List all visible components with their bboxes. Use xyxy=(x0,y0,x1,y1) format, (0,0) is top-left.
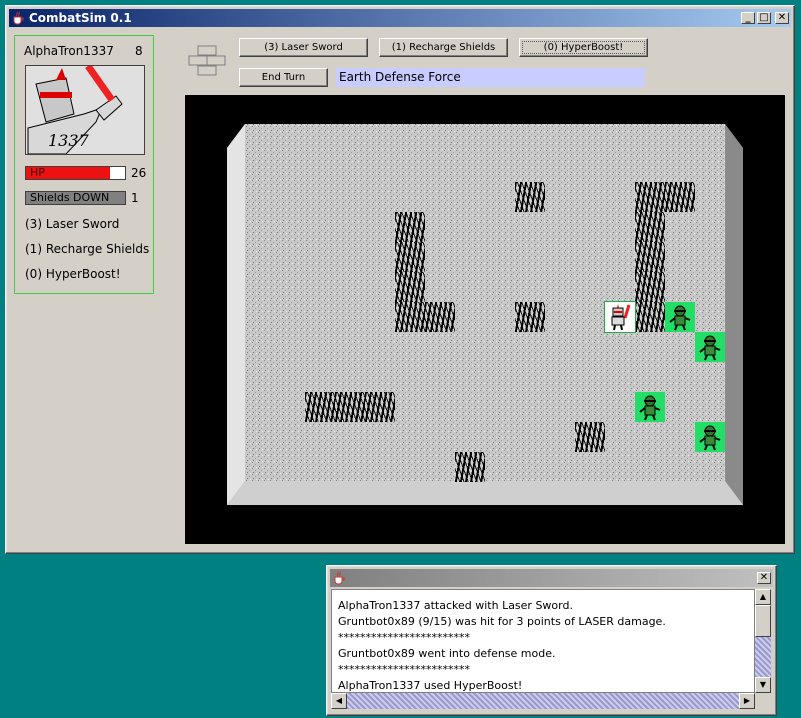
scroll-down-arrow-icon[interactable]: ▼ xyxy=(755,677,771,693)
gruntbot-icon xyxy=(699,425,721,451)
ability-laser-sword: (3) Laser Sword xyxy=(25,217,120,231)
wall-tile xyxy=(425,302,455,332)
scroll-right-arrow-icon[interactable]: ▶ xyxy=(739,693,755,709)
player-name: AlphaTron1337 xyxy=(24,44,114,58)
portrait-text: 1337 xyxy=(48,131,90,150)
minimize-button[interactable]: _ xyxy=(741,12,755,24)
scroll-up-arrow-icon[interactable]: ▲ xyxy=(755,589,771,605)
hyperboost-button[interactable]: (0) HyperBoost! xyxy=(519,38,648,57)
robot-portrait-icon: 1337 xyxy=(26,66,144,154)
log-titlebar[interactable]: ✕ xyxy=(330,569,773,587)
wall-tile xyxy=(335,392,365,422)
wall-tile xyxy=(455,452,485,482)
log-close-button[interactable]: ✕ xyxy=(757,572,771,584)
maximize-button[interactable]: □ xyxy=(757,12,771,24)
log-window: ✕ AlphaTron1337 attacked with Laser Swor… xyxy=(326,565,777,716)
ability-hyperboost: (0) HyperBoost! xyxy=(25,267,121,281)
h-scroll-track[interactable] xyxy=(347,693,739,709)
arena-grid[interactable] xyxy=(245,124,725,482)
shields-bar: Shields DOWN xyxy=(25,191,126,205)
player-portrait: 1337 xyxy=(25,65,145,155)
wall-tile xyxy=(365,392,395,422)
wall-tile xyxy=(575,422,605,452)
wall-tile xyxy=(395,302,425,332)
wall-tile xyxy=(515,302,545,332)
end-turn-button[interactable]: End Turn xyxy=(239,68,328,87)
close-button[interactable]: ✕ xyxy=(775,12,789,24)
wall-tile xyxy=(395,272,425,302)
log-line: ************************ xyxy=(338,663,470,676)
wall-tile xyxy=(635,212,665,242)
enemy-unit[interactable] xyxy=(695,332,725,362)
main-titlebar[interactable]: CombatSim 0.1 _ □ ✕ xyxy=(9,9,791,27)
recharge-shields-button[interactable]: (1) Recharge Shields xyxy=(379,38,508,57)
log-line: Gruntbot0x89 went into defense mode. xyxy=(338,647,556,660)
shields-value: 1 xyxy=(131,191,139,205)
ability-recharge-shields: (1) Recharge Shields xyxy=(25,242,150,256)
player-robot-icon xyxy=(611,304,631,331)
java-cup-icon xyxy=(332,571,346,585)
log-line: Gruntbot0x89 (9/15) was hit for 3 points… xyxy=(338,615,666,628)
wall-tile xyxy=(395,212,425,242)
log-horizontal-scrollbar[interactable]: ◀ ▶ xyxy=(331,693,755,709)
gruntbot-icon xyxy=(639,395,661,421)
log-line: AlphaTron1337 attacked with Laser Sword. xyxy=(338,599,573,612)
hp-value: 26 xyxy=(131,166,147,180)
game-board-frame xyxy=(185,95,785,544)
wall-tile xyxy=(665,182,695,212)
enemy-unit[interactable] xyxy=(635,392,665,422)
hp-bar: HP xyxy=(25,166,126,180)
laser-sword-button[interactable]: (3) Laser Sword xyxy=(239,38,368,57)
log-vertical-scrollbar[interactable]: ▲ ▼ xyxy=(755,589,771,693)
log-text-area[interactable]: AlphaTron1337 attacked with Laser Sword.… xyxy=(331,589,755,693)
player-stat-panel: AlphaTron1337 8 1337 HP 26 Shields DOWN … xyxy=(14,35,154,294)
wall-tile xyxy=(515,182,545,212)
wall-tile xyxy=(395,242,425,272)
player-unit[interactable] xyxy=(604,301,636,333)
scroll-left-arrow-icon[interactable]: ◀ xyxy=(331,693,347,709)
wall-tile xyxy=(635,302,665,332)
window-title: CombatSim 0.1 xyxy=(29,11,132,25)
log-line: ************************ xyxy=(338,631,470,644)
enemy-unit[interactable] xyxy=(695,422,725,452)
team-banner: Earth Defense Force xyxy=(336,68,645,87)
move-pad-icon[interactable] xyxy=(188,45,226,77)
scroll-track[interactable] xyxy=(755,637,771,677)
java-cup-icon xyxy=(11,11,25,25)
gruntbot-icon xyxy=(669,305,691,331)
wall-tile xyxy=(635,182,665,212)
wall-tile xyxy=(635,242,665,272)
log-line: AlphaTron1337 used HyperBoost! xyxy=(338,679,523,692)
wall-tile xyxy=(635,272,665,302)
gruntbot-icon xyxy=(699,335,721,361)
shields-label: Shields DOWN xyxy=(30,191,110,204)
enemy-unit[interactable] xyxy=(665,302,695,332)
scroll-thumb[interactable] xyxy=(755,605,771,637)
wall-tile xyxy=(305,392,335,422)
hp-label: HP xyxy=(30,166,45,179)
player-level: 8 xyxy=(135,44,143,58)
